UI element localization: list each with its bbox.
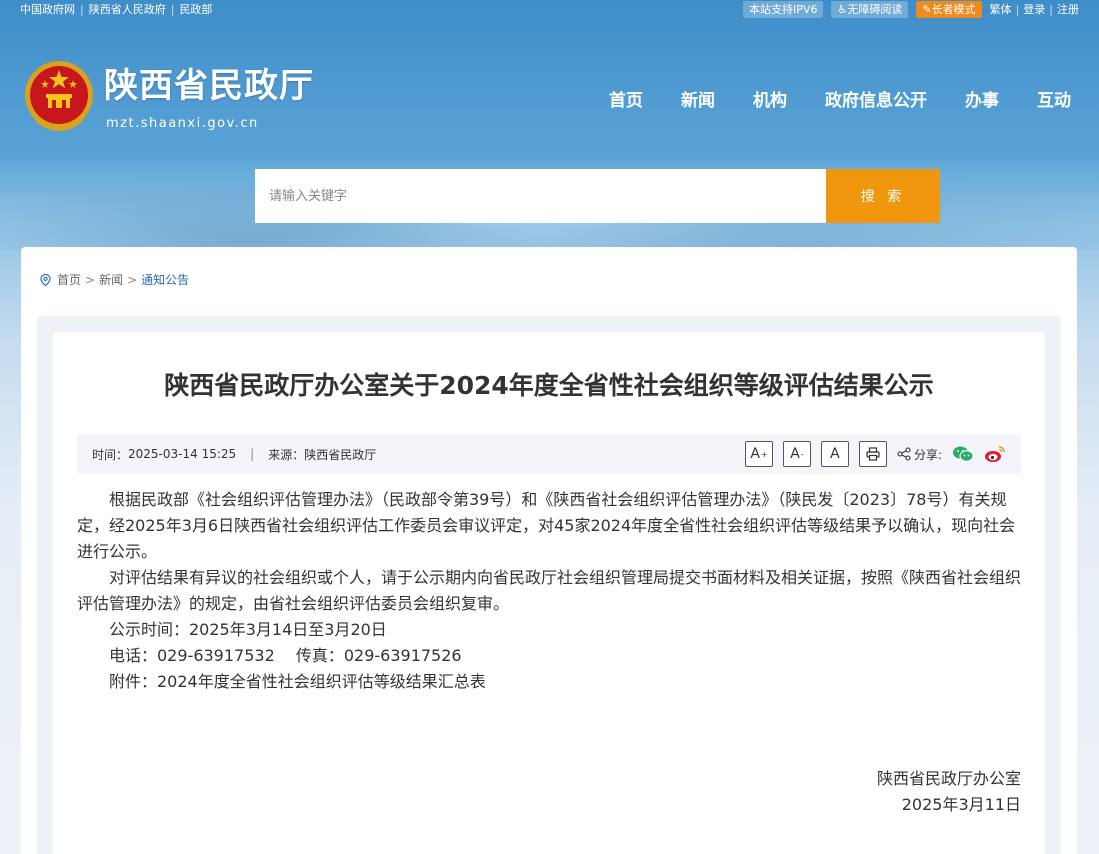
wheelchair-icon: ♿ — [837, 2, 848, 16]
link-shaanxi-gov[interactable]: 陕西省人民政府 — [89, 3, 166, 16]
nav-services[interactable]: 办事 — [965, 86, 999, 111]
link-gov-cn[interactable]: 中国政府网 — [20, 3, 75, 16]
wechat-icon[interactable] — [952, 445, 974, 463]
breadcrumb-news[interactable]: 新闻 — [99, 271, 123, 288]
time-label: 时间： — [92, 447, 129, 462]
article-tools: A + A- A 分享: — [744, 441, 1006, 467]
register-link[interactable]: 注册 — [1057, 3, 1079, 16]
paragraph-objection: 对评估结果有异议的社会组织或个人，请于公示期内向省民政厅社会组织管理局提交书面材… — [77, 568, 1022, 613]
paragraph-period: 公示时间：2025年3月14日至3月20日 — [109, 620, 387, 639]
weibo-icon[interactable] — [984, 445, 1006, 463]
print-button[interactable] — [858, 441, 887, 467]
article-signature: 陕西省民政厅办公室 2025年3月11日 — [877, 766, 1021, 818]
top-bar: 中国政府网 | 陕西省人民政府 | 民政部 本站支持IPV6 ♿无障碍阅读 ✎长者模式 … — [0, 0, 1099, 18]
article: 陕西省民政厅办公室关于2024年度全省性社会组织等级评估结果公示 时间： 202… — [53, 332, 1045, 854]
paragraph-contact: 电话：029-63917532 传真：029-63917526 — [109, 646, 462, 665]
search-input[interactable] — [255, 169, 826, 223]
location-pin-icon — [40, 273, 51, 286]
elder-mode-button[interactable]: ✎长者模式 — [916, 0, 982, 18]
breadcrumb-current[interactable]: 通知公告 — [141, 271, 189, 288]
search-bar: 搜 索 — [255, 169, 940, 223]
ipv6-badge: 本站支持IPV6 — [743, 0, 824, 18]
article-panel: 陕西省民政厅办公室关于2024年度全省性社会组织等级评估结果公示 时间： 202… — [37, 316, 1061, 854]
share-label: 分享: — [913, 447, 942, 462]
sign-organization: 陕西省民政厅办公室 — [876, 769, 1021, 788]
printer-icon — [866, 447, 880, 461]
article-body: 根据民政部《社会组织评估管理办法》（民政部令第39号）和《陕西省社会组织评估管理… — [77, 487, 1021, 695]
nav-interaction[interactable]: 互动 — [1037, 86, 1071, 111]
login-link[interactable]: 登录 — [1023, 3, 1045, 16]
source-label: 来源： — [268, 447, 305, 462]
elder-mode-label: 长者模式 — [931, 2, 976, 16]
nav-gov-info[interactable]: 政府信息公开 — [825, 86, 927, 111]
accessibility-label: 无障碍阅读 — [847, 2, 903, 16]
paragraph-basis: 根据民政部《社会组织评估管理办法》（民政部令第39号）和《陕西省社会组织评估管理… — [77, 490, 1016, 561]
sign-date: 2025年3月11日 — [901, 795, 1021, 814]
traditional-chinese-link[interactable]: 繁体 — [990, 3, 1012, 16]
site-domain: mzt.shaanxi.gov.cn — [106, 116, 259, 131]
top-links: 中国政府网 | 陕西省人民政府 | 民政部 — [20, 3, 213, 16]
article-meta: 时间： 2025-03-14 15:25 | 来源： 陕西省民政厅 A + A- … — [77, 434, 1021, 474]
nav-news[interactable]: 新闻 — [681, 86, 715, 111]
national-emblem-icon[interactable] — [22, 58, 96, 136]
breadcrumb-home[interactable]: 首页 — [57, 271, 81, 288]
share-icon — [897, 447, 911, 461]
nav-organization[interactable]: 机构 — [753, 86, 787, 111]
search-button[interactable]: 搜 索 — [826, 169, 940, 223]
top-tools: 本站支持IPV6 ♿无障碍阅读 ✎长者模式 繁体 | 登录 | 注册 — [743, 0, 1079, 18]
link-mca[interactable]: 民政部 — [179, 3, 212, 16]
site-header: 陕西省民政厅 mzt.shaanxi.gov.cn 首页 新闻 机构 政府信息公… — [0, 50, 1099, 140]
font-decrease-button[interactable]: A- — [782, 441, 811, 467]
main-nav: 首页 新闻 机构 政府信息公开 办事 互动 — [609, 86, 1071, 111]
nav-home[interactable]: 首页 — [609, 86, 643, 111]
site-title[interactable]: 陕西省民政厅 — [104, 58, 314, 107]
font-reset-button[interactable]: A — [820, 441, 849, 467]
publish-time: 2025-03-14 15:25 — [128, 447, 237, 461]
cane-icon: ✎ — [922, 2, 932, 16]
font-increase-button[interactable]: A + — [744, 441, 773, 467]
main-content: 首页 > 新闻 > 通知公告 陕西省民政厅办公室关于2024年度全省性社会组织等… — [21, 247, 1077, 854]
share-label-wrap: 分享: — [897, 446, 942, 463]
article-title: 陕西省民政厅办公室关于2024年度全省性社会组织等级评估结果公示 — [164, 371, 934, 400]
paragraph-attachment: 附件：2024年度全省性社会组织评估等级结果汇总表 — [109, 672, 486, 691]
source-value: 陕西省民政厅 — [304, 447, 377, 462]
accessibility-button[interactable]: ♿无障碍阅读 — [831, 0, 909, 18]
breadcrumb: 首页 > 新闻 > 通知公告 — [40, 271, 189, 288]
